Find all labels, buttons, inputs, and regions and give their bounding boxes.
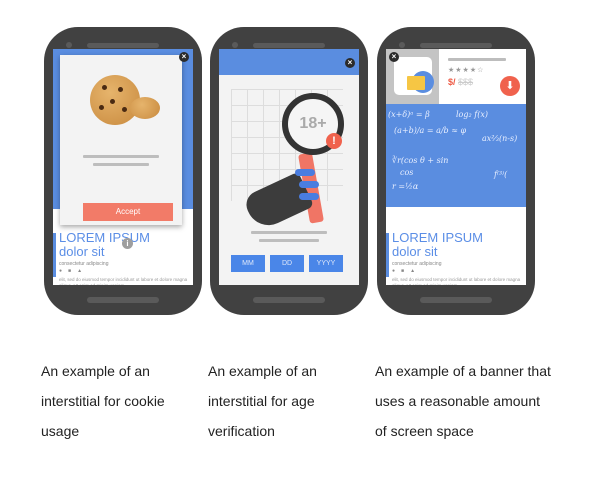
warning-icon: ! — [326, 133, 342, 149]
article-meta-icons: ●■▲ — [392, 268, 421, 274]
finger — [299, 181, 319, 188]
article-subtitle: consectetur adipiscing — [392, 261, 442, 267]
phone-speaker — [420, 43, 492, 48]
info-icon[interactable]: i — [122, 238, 133, 249]
close-icon[interactable]: × — [345, 58, 355, 68]
chalk-formula: ∛r(cos θ + sin — [392, 156, 449, 165]
small-cookie-icon — [130, 97, 160, 119]
app-name-placeholder — [448, 58, 506, 61]
article-title: LOREM IPSUM — [59, 230, 151, 245]
folder-icon — [407, 76, 425, 90]
home-button — [420, 297, 492, 303]
app-icon — [394, 57, 434, 95]
placeholder-line — [83, 155, 159, 158]
video-icon: ■ — [68, 268, 78, 274]
phone-cookie-interstitial: LOREM IPSUM dolor sit consectetur adipis… — [44, 27, 202, 315]
caption-age: An example of an interstitial for age ve… — [208, 363, 317, 439]
article-title-line2: dolor sit — [392, 244, 438, 259]
camera-dot — [66, 42, 72, 48]
phone-screen: LOREM IPSUM dolor sit consectetur adipis… — [53, 49, 193, 285]
day-field[interactable]: DD — [270, 255, 304, 272]
chalk-formula: (x+δ)ᵃ = β — [388, 110, 430, 119]
placeholder-line — [251, 231, 327, 234]
finger — [295, 169, 315, 176]
article-meta-icons: ●■▲ — [59, 268, 88, 274]
close-icon[interactable]: × — [389, 52, 399, 62]
article-body: elit, sed do eiusmod tempor incididunt u… — [59, 277, 188, 285]
price-original: $$$ — [458, 77, 474, 87]
home-button — [253, 297, 325, 303]
article-accent-bar — [386, 233, 389, 277]
price-current: $/ — [448, 77, 456, 87]
phone-screen: × 18+ ! MM DD YYYY — [219, 49, 359, 285]
chalk-formula: cos — [400, 168, 414, 177]
accept-button[interactable]: Accept — [83, 203, 173, 221]
caption-banner: An example of a banner that uses a reaso… — [375, 363, 551, 439]
chalk-formula: (a+b)/a = a/b ≈ φ — [394, 126, 467, 135]
caption-cookie: An example of an interstitial for cookie… — [41, 363, 165, 439]
phone-screen: ★★★★☆ $/ $$$ ⬇ × (x+δ)ᵃ = β log₂ f(x) (a… — [386, 49, 526, 285]
home-button — [87, 297, 159, 303]
close-icon[interactable]: × — [179, 52, 189, 62]
phone-age-interstitial: × 18+ ! MM DD YYYY — [210, 27, 368, 315]
camera-dot — [399, 42, 405, 48]
finger — [299, 193, 319, 200]
app-install-banner: ★★★★☆ $/ $$$ ⬇ × — [386, 49, 526, 104]
placeholder-line — [259, 239, 319, 242]
camera-dot — [232, 42, 238, 48]
video-icon: ■ — [401, 268, 411, 274]
download-icon[interactable]: ⬇ — [500, 76, 520, 96]
phone-banner-example: ★★★★☆ $/ $$$ ⬇ × (x+δ)ᵃ = β log₂ f(x) (a… — [377, 27, 535, 315]
chalk-formula: r =½α — [392, 182, 419, 191]
phone-speaker — [253, 43, 325, 48]
price-label: $/ $$$ — [448, 77, 473, 87]
lock-icon: ▲ — [77, 268, 89, 274]
article-body: elit, sed do eiusmod tempor incididunt u… — [392, 277, 521, 285]
eye-icon: ● — [392, 268, 402, 274]
year-field[interactable]: YYYY — [309, 255, 343, 272]
cookie-dialog: Accept i — [60, 55, 182, 249]
month-field[interactable]: MM — [231, 255, 265, 272]
rating-stars: ★★★★☆ — [448, 67, 485, 74]
age-dialog: 18+ ! — [219, 75, 359, 285]
article-title-line2: dolor sit — [59, 244, 105, 259]
chalk-formula: f⁽³⁾( — [494, 170, 508, 179]
phone-speaker — [87, 43, 159, 48]
chalkboard-image: (x+δ)ᵃ = β log₂ f(x) (a+b)/a = a/b ≈ φ a… — [386, 104, 526, 207]
lock-icon: ▲ — [410, 268, 422, 274]
chalk-formula: ax⅔(n-s) — [482, 134, 518, 143]
placeholder-line — [93, 163, 149, 166]
article-accent-bar — [53, 233, 56, 277]
article-subtitle: consectetur adipiscing — [59, 261, 109, 267]
page-header-background — [219, 49, 359, 75]
article-title: LOREM IPSUM — [392, 230, 484, 245]
eye-icon: ● — [59, 268, 69, 274]
chalk-formula: log₂ f(x) — [456, 110, 488, 119]
